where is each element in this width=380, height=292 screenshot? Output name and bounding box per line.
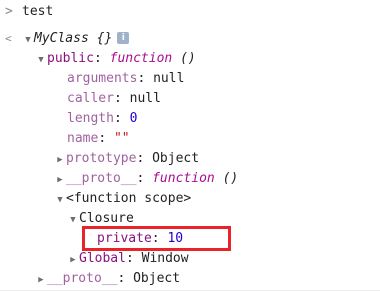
property-key: __proto__: [66, 171, 137, 186]
property-key: __proto__: [47, 271, 118, 286]
property-value: Object: [152, 151, 200, 166]
tree-node-outer-proto[interactable]: ▶ __proto__: Object: [35, 269, 180, 289]
function-keyword: function: [109, 51, 173, 66]
triangle-down-icon[interactable]: ▼: [54, 190, 66, 210]
tree-node-length: length: 0: [67, 111, 138, 126]
property-key: public: [47, 51, 94, 66]
property-key: Global: [79, 251, 126, 266]
divider: [0, 290, 380, 291]
console-command: test: [22, 4, 54, 19]
triangle-right-icon[interactable]: ▶: [35, 270, 47, 290]
triangle-right-icon[interactable]: ▶: [54, 170, 66, 190]
tree-node-name: name: "": [67, 131, 130, 146]
tree-node-proto[interactable]: ▶ __proto__: function (): [54, 169, 238, 189]
tree-node-private: private: 10: [97, 231, 184, 246]
property-key: length: [67, 111, 114, 126]
class-name: MyClass {}: [34, 31, 113, 46]
property-value: 0: [129, 111, 138, 126]
tree-node-function-scope[interactable]: ▼ <function scope>: [54, 189, 191, 209]
property-value: Object: [133, 271, 181, 286]
console-input-line: > test: [0, 2, 380, 22]
triangle-right-icon[interactable]: ▶: [67, 250, 79, 270]
triangle-down-icon[interactable]: ▼: [35, 50, 47, 70]
chevron-right-icon: >: [5, 4, 13, 19]
property-key: caller: [67, 91, 114, 106]
tree-node-arguments: arguments: null: [67, 71, 185, 86]
info-icon[interactable]: i: [117, 31, 130, 44]
tree-node-global[interactable]: ▶ Global: Window: [67, 249, 189, 270]
property-key: prototype: [66, 151, 137, 166]
triangle-down-icon[interactable]: ▼: [67, 210, 79, 230]
function-parens: (): [222, 171, 239, 186]
triangle-right-icon[interactable]: ▶: [54, 150, 66, 170]
property-value: null: [153, 71, 185, 86]
property-key: private: [97, 231, 152, 246]
tree-node-prototype[interactable]: ▶ prototype: Object: [54, 149, 199, 169]
property-value: 10: [167, 231, 184, 246]
devtools-console: > test < ▼ MyClass {} i ▼ public: function …: [0, 0, 380, 292]
function-parens: (): [180, 51, 196, 66]
property-key: arguments: [67, 71, 138, 86]
property-key: name: [67, 131, 99, 146]
property-value: null: [129, 91, 161, 106]
triangle-down-icon[interactable]: ▼: [22, 30, 34, 50]
tree-node-public[interactable]: ▼ public: function (): [35, 49, 196, 70]
function-scope-label: <function scope>: [66, 191, 192, 206]
closure-label: Closure: [79, 211, 134, 226]
left-arrow-icon: <: [5, 32, 12, 45]
property-value: Window: [141, 251, 189, 266]
tree-node-closure[interactable]: ▼ Closure: [67, 209, 134, 229]
function-keyword: function: [152, 171, 215, 186]
property-value: "": [113, 131, 130, 146]
console-result-line[interactable]: < ▼ MyClass {} i: [0, 29, 380, 49]
tree-node-caller: caller: null: [67, 91, 161, 106]
